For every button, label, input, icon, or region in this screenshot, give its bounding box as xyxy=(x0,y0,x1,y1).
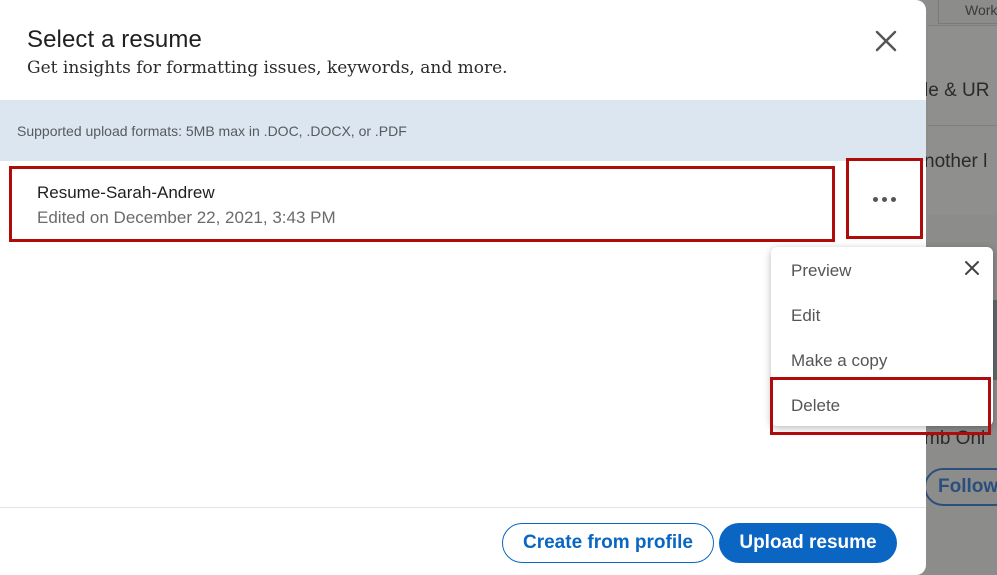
background-text: mb Onl xyxy=(924,428,986,449)
more-horizontal-icon xyxy=(872,196,896,202)
dialog-subtitle: Get insights for formatting issues, keyw… xyxy=(27,58,508,78)
background-follow-button: Follow xyxy=(924,468,997,506)
footer-divider xyxy=(0,507,926,508)
menu-item-delete[interactable]: Delete xyxy=(791,396,840,416)
close-icon xyxy=(965,261,979,275)
background-card xyxy=(928,25,997,125)
background-text: le & UR xyxy=(924,80,990,101)
resume-edited-date: Edited on December 22, 2021, 3:43 PM xyxy=(37,208,336,227)
resume-options-menu: Preview Edit Make a copy Delete xyxy=(771,247,993,426)
background-text: nother l xyxy=(924,151,988,172)
menu-close-button[interactable] xyxy=(961,257,983,279)
menu-item-preview[interactable]: Preview xyxy=(791,261,851,281)
create-from-profile-button[interactable]: Create from profile xyxy=(502,523,714,563)
close-icon xyxy=(875,30,897,52)
resume-more-options-button[interactable] xyxy=(847,160,921,238)
dialog-close-button[interactable] xyxy=(869,24,903,58)
upload-formats-text: Supported upload formats: 5MB max in .DO… xyxy=(17,123,407,139)
menu-item-make-copy[interactable]: Make a copy xyxy=(791,351,887,371)
resume-list-item[interactable]: Resume-Sarah-Andrew Edited on December 2… xyxy=(10,167,833,240)
dialog-title: Select a resume xyxy=(27,26,202,53)
menu-item-edit[interactable]: Edit xyxy=(791,306,820,326)
resume-name: Resume-Sarah-Andrew xyxy=(37,183,215,202)
upload-resume-button[interactable]: Upload resume xyxy=(719,523,897,563)
background-tab: Work xyxy=(938,0,997,24)
upload-formats-banner: Supported upload formats: 5MB max in .DO… xyxy=(0,100,926,161)
